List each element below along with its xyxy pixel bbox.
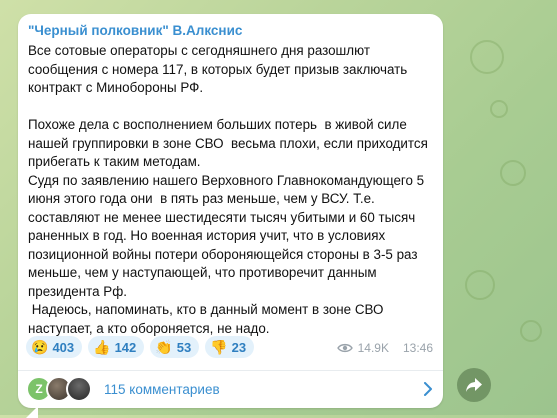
thumbs-down-icon: 👎 [210, 339, 228, 355]
reactions-bar: 😢 403 👍 142 👏 53 👎 23 [26, 336, 255, 358]
clapping-hands-icon: 👏 [155, 339, 173, 355]
divider [18, 370, 443, 371]
channel-name[interactable]: "Черный полковник" В.Алкснис [28, 23, 242, 38]
reaction-count: 53 [176, 339, 192, 355]
share-button[interactable] [457, 368, 491, 402]
eye-icon [336, 343, 353, 353]
reaction-count: 142 [114, 339, 137, 355]
post-text: Все сотовые операторы с сегодняшнего дня… [28, 43, 428, 336]
reaction-count: 23 [231, 339, 247, 355]
bubble-tail [26, 406, 38, 418]
commenter-avatars: Z [26, 376, 92, 402]
comments-label: 115 комментариев [104, 381, 220, 397]
views-count: 14.9K [357, 341, 389, 355]
share-arrow-icon [466, 378, 482, 392]
reaction-clap[interactable]: 👏 53 [150, 336, 200, 358]
channel-post: "Черный полковник" В.Алкснис Все сотовые… [18, 14, 443, 418]
thumbs-up-icon: 👍 [93, 339, 111, 355]
post-meta: 14.9K 13:46 [336, 341, 433, 355]
reaction-thumbs-up[interactable]: 👍 142 [88, 336, 145, 358]
crying-face-icon: 😢 [31, 339, 49, 355]
post-time: 13:46 [402, 341, 433, 355]
avatar [66, 376, 92, 402]
chevron-right-icon [424, 382, 432, 396]
reaction-crying[interactable]: 😢 403 [26, 336, 83, 358]
reaction-count: 403 [52, 339, 75, 355]
reaction-thumbs-down[interactable]: 👎 23 [205, 336, 255, 358]
comments-button[interactable]: Z 115 комментариев [26, 374, 433, 404]
